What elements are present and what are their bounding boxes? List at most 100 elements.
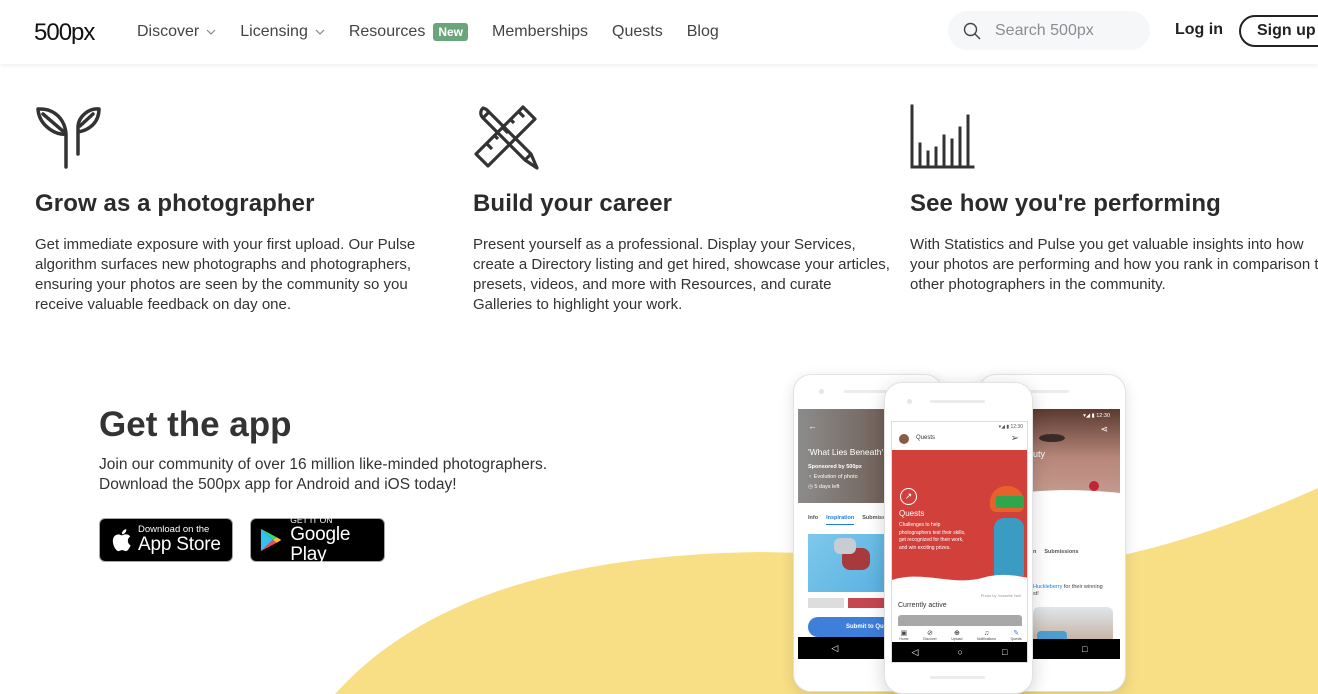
search-bar[interactable]	[948, 11, 1150, 50]
nav-blog-label: Blog	[686, 23, 719, 40]
new-badge: New	[433, 23, 469, 41]
nav-quests-label: Quests	[612, 23, 663, 40]
quest-tabs: n Submissions	[1033, 549, 1079, 555]
login-button[interactable]: Log in	[1175, 21, 1223, 39]
feature-title: Build your career	[473, 190, 673, 217]
app-description-line: Join our community of over 16 million li…	[99, 456, 547, 473]
recents-nav-icon: □	[1082, 644, 1088, 654]
phone-screen-center: ▾◢ ▮ 12:30 Quests ➢ ↗ Quests Challenges …	[891, 421, 1028, 663]
feature-title: Grow as a photographer	[35, 190, 315, 217]
quest-title: 'What Lies Beneath'	[808, 447, 884, 457]
search-icon	[963, 22, 981, 39]
upload-icon: ⊕	[953, 630, 960, 637]
nav-blog[interactable]: Blog	[687, 23, 719, 41]
search-input[interactable]	[995, 21, 1135, 40]
nav-discover[interactable]: Discover	[137, 23, 216, 41]
top-navigation-bar: 500px Discover Licensing Resources New M…	[0, 0, 1318, 64]
winner-photo	[1033, 607, 1113, 641]
feature-performance: See how you're performing With Statistic…	[910, 104, 1318, 295]
bottom-nav-label: Quests	[1010, 637, 1022, 641]
status-time: 12:30	[1010, 424, 1023, 430]
share-icon[interactable]: ⋖	[1100, 424, 1108, 435]
quest-prize-label: Evolution of photo	[813, 474, 858, 480]
back-nav-icon: ◁	[911, 646, 919, 657]
bell-icon: ♫	[983, 629, 990, 637]
photo-credit: Photo by Vossette Neil	[980, 593, 1021, 598]
tab-inspiration[interactable]: n	[1033, 549, 1036, 555]
feature-career: Build your career Present yourself as a …	[473, 104, 893, 315]
app-store-big-label: App Store	[138, 534, 221, 555]
bottom-nav-upload[interactable]: ⊕ Upload	[951, 629, 962, 641]
quests-hero: ↗ Quests Challenges to help photographer…	[892, 450, 1027, 588]
bottom-nav-notifications[interactable]: ♫ Notifications	[977, 630, 996, 641]
nav-memberships-label: Memberships	[492, 23, 589, 40]
nav-discover-label: Discover	[137, 23, 200, 40]
bottom-nav-quests[interactable]: ✎ Quests	[1011, 629, 1022, 641]
status-time: 12:30	[1096, 413, 1110, 419]
tab-submissions[interactable]: Submiss	[862, 515, 885, 525]
quest-title: uty	[1033, 449, 1046, 459]
winner-text-label: st!	[1033, 591, 1039, 597]
quest-time-label: 5 days left	[814, 484, 840, 490]
quest-rocket-icon: ↗	[900, 488, 917, 505]
tab-submissions[interactable]: Submissions	[1044, 549, 1078, 555]
back-arrow-icon: ←	[808, 421, 817, 431]
figure-body	[994, 518, 1024, 576]
quests-icon: ✎	[1013, 630, 1020, 637]
recents-nav-icon: □	[1002, 647, 1008, 657]
winner-link[interactable]: Huckleberry	[1033, 584, 1062, 590]
feature-text: Get immediate exposure with your first u…	[35, 236, 416, 313]
apple-icon	[112, 529, 131, 552]
home-nav-icon: ○	[957, 647, 963, 657]
quest-prize: ♀ Evolution of photo	[808, 474, 858, 480]
feature-title: See how you're performing	[910, 190, 1221, 217]
winner-text-label: for their winning	[1063, 584, 1103, 590]
status-bar: ▾◢ ▮ 12:30	[1083, 413, 1110, 419]
signup-button[interactable]: Sign up	[1239, 15, 1318, 47]
chevron-down-icon	[315, 29, 325, 35]
sprout-icon	[36, 107, 101, 169]
screen-header-title: Quests	[916, 435, 936, 441]
compass-icon: ⊘	[927, 630, 933, 637]
hero-title: Quests	[899, 509, 925, 518]
quest-tabs: Info Inspiration Submiss	[808, 515, 885, 525]
nav-quests[interactable]: Quests	[612, 23, 663, 41]
avatar[interactable]	[899, 434, 909, 444]
nav-memberships[interactable]: Memberships	[492, 23, 588, 41]
tab-inspiration[interactable]: Inspiration	[826, 515, 855, 525]
send-icon[interactable]: ➢	[1011, 433, 1019, 444]
app-store-button[interactable]: Download on the App Store	[99, 518, 233, 562]
feature-grow: Grow as a photographer Get immediate exp…	[35, 104, 455, 315]
hero-text: Challenges to help photographers test th…	[899, 522, 966, 551]
feature-text: Present yourself as a professional. Disp…	[473, 236, 890, 313]
bottom-nav-discover[interactable]: ⊘ Discover	[923, 629, 937, 641]
inspiration-thumb	[808, 598, 844, 608]
bottom-nav-label: Discover	[923, 637, 937, 641]
nav-resources-label: Resources	[348, 23, 426, 40]
google-play-button[interactable]: GET IT ON Google Play	[250, 515, 385, 565]
bottom-nav-home[interactable]: ▣ Home	[899, 629, 908, 641]
main-nav: Discover Licensing Resources New Members…	[137, 0, 743, 64]
helmet-figure	[990, 486, 1024, 512]
nav-licensing-label: Licensing	[240, 23, 308, 40]
google-play-icon	[260, 528, 282, 552]
bottom-nav-label: Home	[899, 637, 909, 641]
500px-logo[interactable]: 500px	[34, 18, 108, 44]
pencil-ruler-icon	[474, 105, 539, 170]
section-title: Currently active	[898, 602, 947, 609]
quest-time: ◷ 5 days left	[808, 484, 840, 490]
feature-text: With Statistics and Pulse you get valuab…	[910, 236, 1318, 293]
svg-text:500px: 500px	[34, 19, 95, 44]
android-nav-bar: ◁ ○ □	[892, 642, 1027, 662]
quest-sponsor: Sponsored by 500px	[808, 464, 862, 470]
phone-mockup-center: ▾◢ ▮ 12:30 Quests ➢ ↗ Quests Challenges …	[884, 382, 1033, 694]
google-play-big-label: Google Play	[290, 524, 351, 565]
nav-licensing[interactable]: Licensing	[240, 23, 325, 41]
back-nav-icon: ◁	[831, 642, 839, 653]
winner-text: Huckleberry for their winning	[1033, 584, 1103, 590]
get-app-title: Get the app	[99, 405, 292, 444]
status-bar: ▾◢ ▮ 12:30	[998, 424, 1023, 430]
nav-resources[interactable]: Resources New	[348, 23, 469, 41]
home-icon: ▣	[900, 630, 908, 637]
tab-info[interactable]: Info	[808, 515, 818, 525]
